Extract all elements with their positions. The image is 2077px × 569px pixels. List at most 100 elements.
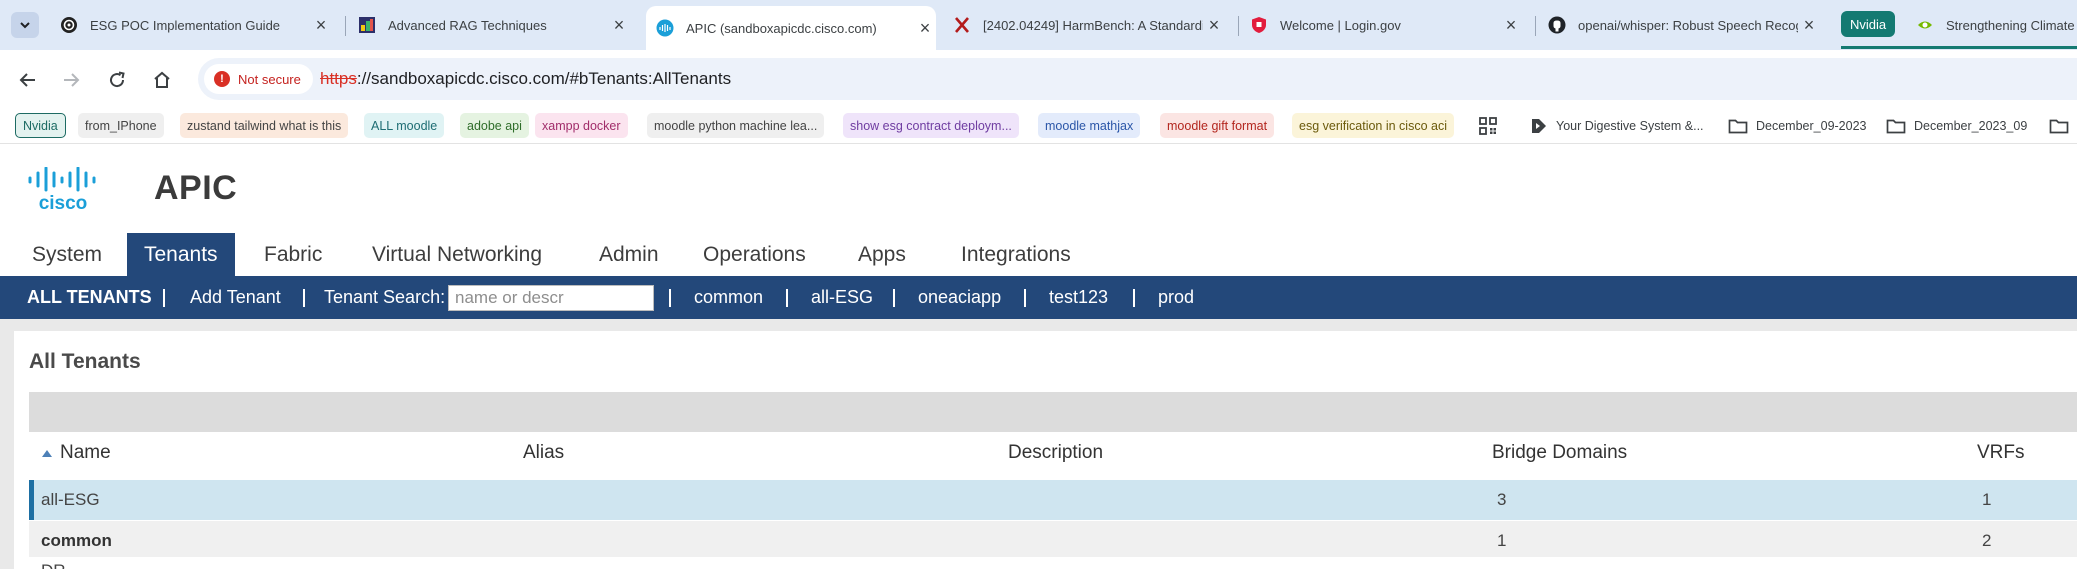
- tenant-link-prod[interactable]: prod: [1158, 276, 1194, 319]
- bookmark-chip[interactable]: moodle mathjax: [1038, 113, 1141, 138]
- close-icon[interactable]: ×: [1798, 15, 1820, 36]
- tab-title: Welcome | Login.gov: [1280, 17, 1401, 33]
- bookmark-chip[interactable]: ALL moodle: [364, 113, 445, 138]
- separator: [163, 289, 165, 307]
- arxiv-icon: [953, 16, 971, 34]
- apps-grid-icon: [1479, 116, 1497, 135]
- tenant-link-all-esg[interactable]: all-ESG: [811, 276, 873, 319]
- esg-icon: [60, 16, 78, 34]
- cell-name: all-ESG: [41, 490, 100, 509]
- tab-tenants[interactable]: Tenants: [127, 233, 235, 276]
- cisco-logo[interactable]: cisco: [27, 166, 99, 214]
- tab-separator: [1238, 16, 1239, 36]
- close-icon[interactable]: ×: [1500, 15, 1522, 36]
- separator: [1133, 289, 1135, 307]
- arrow-left-icon: [19, 73, 35, 87]
- svg-text:cisco: cisco: [39, 193, 88, 211]
- tab-apps[interactable]: Apps: [858, 233, 906, 276]
- table-row[interactable]: common 1 2: [29, 521, 2077, 561]
- browser-tab[interactable]: Welcome | Login.gov ×: [1250, 8, 1522, 42]
- folder-icon[interactable]: [2049, 113, 2069, 138]
- table-row[interactable]: all-ESG 3 1: [29, 480, 2077, 520]
- bookmark-chip[interactable]: moodle gift format: [1160, 113, 1275, 138]
- tab-admin[interactable]: Admin: [599, 233, 659, 276]
- tenant-link-oneaciapp[interactable]: oneaciapp: [918, 276, 1001, 319]
- reload-button[interactable]: [102, 65, 132, 95]
- browser-tab[interactable]: [2402.04249] HarmBench: A Standardi ×: [953, 8, 1225, 42]
- bookmark-folder[interactable]: December_2023_09: [1886, 113, 2027, 138]
- table-toolbar: [29, 392, 2077, 432]
- column-header-vrfs[interactable]: VRFs: [1977, 442, 2025, 464]
- bookmark-chip[interactable]: xampp docker: [535, 113, 628, 138]
- warning-icon: !: [214, 71, 230, 87]
- tenant-link-common[interactable]: common: [694, 276, 763, 319]
- url-text[interactable]: https://sandboxapicdc.cisco.com/#bTenant…: [320, 69, 731, 89]
- tab-separator: [345, 16, 346, 36]
- home-button[interactable]: [147, 65, 177, 95]
- tab-operations[interactable]: Operations: [703, 233, 806, 276]
- url-rest: ://sandboxapicdc.cisco.com/#bTenants:All…: [356, 69, 732, 88]
- close-icon[interactable]: ×: [608, 15, 630, 36]
- bookmark-chip[interactable]: show esg contract deploym...: [843, 113, 1019, 138]
- arrow-right-icon: [64, 73, 80, 87]
- shield-icon: [1250, 16, 1268, 34]
- bookmark-folder[interactable]: December_09-2023: [1728, 113, 1867, 138]
- tab-title: [2402.04249] HarmBench: A Standardi: [983, 17, 1203, 33]
- tab-title: Advanced RAG Techniques: [388, 17, 547, 33]
- bookmark-chip[interactable]: adobe api: [460, 113, 529, 138]
- column-header-alias[interactable]: Alias: [523, 442, 564, 464]
- tab-integrations[interactable]: Integrations: [961, 233, 1071, 276]
- all-tenants-link[interactable]: ALL TENANTS: [27, 276, 152, 319]
- sort-ascending-icon: [42, 449, 52, 457]
- tenant-search-input[interactable]: [448, 285, 654, 311]
- cell-vrfs: 1: [1982, 490, 1992, 509]
- close-icon[interactable]: ×: [1203, 15, 1225, 36]
- bookmark-chip[interactable]: Nvidia: [15, 113, 66, 138]
- security-chip-label: Not secure: [238, 71, 301, 87]
- tab-title: ESG POC Implementation Guide: [90, 17, 281, 33]
- forward-button[interactable]: [56, 65, 86, 95]
- url-scheme: https: [320, 69, 357, 88]
- browser-tab[interactable]: Strengthening Climate R: [1916, 8, 2077, 42]
- content-area: All Tenants Name Alias Description Bridg…: [0, 319, 2077, 569]
- bookmark-chip[interactable]: esg verification in cisco aci: [1292, 113, 1454, 138]
- table-row[interactable]: DR: [29, 557, 2077, 569]
- cell-bridge-domains: 3: [1497, 490, 1507, 509]
- bookmark-chip[interactable]: moodle python machine lea...: [647, 113, 825, 138]
- apps-grid-button[interactable]: [1478, 113, 1498, 138]
- rag-icon: [358, 16, 376, 34]
- close-icon[interactable]: ×: [310, 15, 332, 36]
- home-icon: [154, 71, 170, 88]
- tab-group-nvidia[interactable]: Nvidia: [1841, 11, 1896, 37]
- tab-fabric[interactable]: Fabric: [264, 233, 322, 276]
- back-button[interactable]: [13, 65, 43, 95]
- chevron-down-icon: [20, 22, 30, 29]
- tab-virtual-networking[interactable]: Virtual Networking: [372, 233, 542, 276]
- tenant-link-test123[interactable]: test123: [1049, 276, 1108, 319]
- cell-bridge-domains: 1: [1497, 531, 1507, 550]
- app-title: APIC: [154, 169, 238, 207]
- bookmark-label: December_09-2023: [1756, 118, 1867, 133]
- browser-tab[interactable]: ESG POC Implementation Guide ×: [60, 8, 332, 42]
- close-icon[interactable]: ×: [914, 18, 936, 39]
- bookmark-chip[interactable]: zustand tailwind what is this: [180, 113, 349, 138]
- column-header-label: Name: [60, 442, 111, 463]
- tab-system[interactable]: System: [32, 233, 102, 276]
- separator: [1024, 289, 1026, 307]
- browser-toolbar: ! Not secure https://sandboxapicdc.cisco…: [0, 50, 2077, 108]
- browser-tab-active[interactable]: APIC (sandboxapicdc.cisco.com) ×: [646, 6, 936, 50]
- address-bar[interactable]: ! Not secure https://sandboxapicdc.cisco…: [198, 58, 2077, 100]
- security-chip[interactable]: ! Not secure: [204, 64, 313, 94]
- browser-tab[interactable]: openai/whisper: Robust Speech Recog ×: [1548, 8, 1820, 42]
- column-header-description[interactable]: Description: [1008, 442, 1103, 464]
- tab-search-button[interactable]: [11, 12, 39, 38]
- browser-tab[interactable]: Advanced RAG Techniques ×: [358, 8, 630, 42]
- column-header-bridge-domains[interactable]: Bridge Domains: [1492, 442, 1627, 464]
- tab-group-underline: [1841, 46, 2077, 49]
- column-header-name[interactable]: Name: [42, 442, 111, 464]
- tab-title: openai/whisper: Robust Speech Recog: [1578, 17, 1798, 33]
- add-tenant-link[interactable]: Add Tenant: [190, 276, 281, 319]
- bookmark-chip[interactable]: from_IPhone: [78, 113, 164, 138]
- bookmark-link[interactable]: Your Digestive System &...: [1530, 113, 1704, 138]
- tenant-search-label: Tenant Search:: [324, 287, 446, 307]
